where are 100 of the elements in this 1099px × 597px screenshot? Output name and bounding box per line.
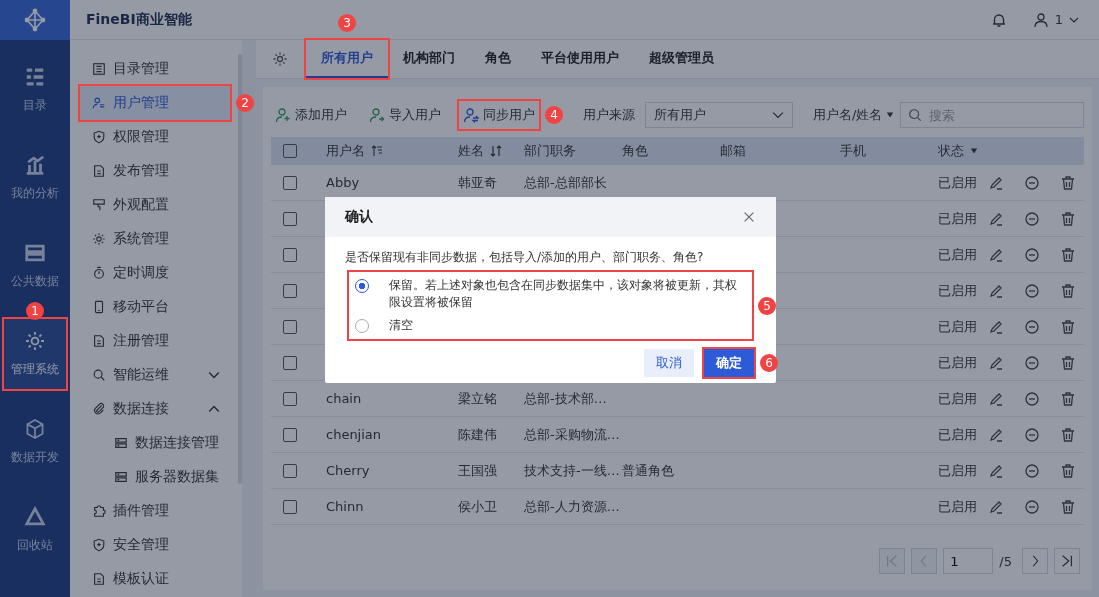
row-checkbox[interactable] [283,463,297,478]
shield-icon [92,538,106,552]
callout-badge: 4 [545,106,563,124]
confirm-button[interactable]: 确定 [704,349,754,377]
tab[interactable]: 角色 [470,40,526,78]
nav-item[interactable]: 目录管理 [80,52,230,86]
disable-icon[interactable] [1024,174,1040,191]
row-checkbox[interactable] [283,355,297,370]
document-icon [92,164,106,178]
nav-item[interactable]: 数据连接 [80,392,230,426]
nav-item[interactable]: 移动平台 [80,290,230,324]
row-checkbox[interactable] [283,175,297,190]
delete-icon[interactable] [1060,174,1076,191]
column-header[interactable]: 邮箱 [720,142,840,160]
last-page-button[interactable] [1054,548,1080,574]
column-header[interactable]: 姓名 [458,142,524,160]
row-checkbox[interactable] [283,319,297,334]
nav-item[interactable]: 安全管理 [80,528,230,562]
delete-icon[interactable] [1060,282,1076,299]
rail-item[interactable]: 管理系统 [4,319,66,389]
tab[interactable]: 平台使用用户 [526,40,634,78]
nav-item[interactable]: 系统管理 [80,222,230,256]
rail-item[interactable]: 目录 [0,55,70,125]
user-icon [1032,11,1049,28]
callout-badge: 2 [236,94,254,112]
nav-item[interactable]: 模板认证 [80,562,230,596]
dialog-title: 确认 [345,208,373,226]
user-menu[interactable]: 1 [1032,11,1079,28]
search-scope-dropdown[interactable]: 用户名/姓名 [813,106,895,124]
settings-icon[interactable] [272,51,288,67]
row-checkbox[interactable] [283,391,297,406]
nav-item[interactable]: 定时调度 [80,256,230,290]
delete-icon[interactable] [1060,354,1076,371]
nav-item[interactable]: 智能运维 [80,358,230,392]
delete-icon[interactable] [1060,498,1076,515]
page-input[interactable]: 1 [943,548,994,574]
shield-icon [92,130,106,144]
callout-badge: 1 [26,302,44,320]
disable-icon[interactable] [1024,462,1040,479]
radio-button[interactable] [355,279,369,293]
row-checkbox[interactable] [283,427,297,442]
search-field[interactable]: 搜索 [900,102,1084,128]
settings-icon [92,232,106,246]
tab[interactable]: 所有用户 [306,40,388,78]
disable-icon[interactable] [1024,390,1040,407]
disable-icon[interactable] [1024,210,1040,227]
delete-icon[interactable] [1060,462,1076,479]
caret-icon [970,147,978,155]
column-header[interactable]: 状态 [938,142,988,160]
delete-icon[interactable] [1060,390,1076,407]
column-header[interactable]: 角色 [622,142,720,160]
rail-item[interactable]: 回收站 [0,495,70,565]
rail-item[interactable]: 数据开发 [0,407,70,477]
document-icon [92,572,106,586]
disable-icon[interactable] [1024,318,1040,335]
disable-icon[interactable] [1024,282,1040,299]
disable-icon[interactable] [1024,426,1040,443]
delete-icon[interactable] [1060,318,1076,335]
delete-icon[interactable] [1060,246,1076,263]
source-dropdown[interactable]: 所有用户 [645,102,793,128]
bell-icon[interactable] [990,11,1007,28]
radio-option[interactable]: 清空 [349,314,752,337]
tab[interactable]: 机构部门 [388,40,470,78]
nav-subitem[interactable]: 数据连接管理 [80,426,236,460]
select-all-checkbox[interactable] [283,144,297,158]
delete-icon[interactable] [1060,210,1076,227]
cancel-button[interactable]: 取消 [644,349,694,377]
delete-icon[interactable] [1060,426,1076,443]
status-text: 已启用 [938,318,977,334]
search-icon [92,368,106,382]
column-header[interactable]: 用户名 [326,142,458,160]
close-icon[interactable] [742,210,756,224]
toolbar-button[interactable]: 同步用户 [459,101,539,129]
column-header[interactable]: 部门职务 [524,142,622,160]
row-checkbox[interactable] [283,499,297,514]
rail-item[interactable]: 我的分析 [0,143,70,213]
disable-icon[interactable] [1024,246,1040,263]
table-cell: 王国强 [458,462,497,478]
nav-item[interactable]: 权限管理 [80,120,230,154]
toolbar-button[interactable]: 添加用户 [271,101,351,129]
nav-item[interactable]: 外观配置 [80,188,230,222]
row-checkbox[interactable] [283,211,297,226]
toolbar-button[interactable]: 导入用户 [365,101,445,129]
chevron-down-icon [208,369,220,381]
nav-item[interactable]: 插件管理 [80,494,230,528]
nav-item[interactable]: 发布管理 [80,154,230,188]
row-checkbox[interactable] [283,247,297,262]
status-text: 已启用 [938,282,977,298]
radio-option[interactable]: 保留。若上述对象也包含在同步数据集中，该对象将被更新，其权限设置将被保留 [349,274,752,314]
nav-subitem[interactable]: 服务器数据集 [80,460,236,494]
puzzle-icon [92,504,106,518]
tab[interactable]: 超级管理员 [634,40,729,78]
disable-icon[interactable] [1024,354,1040,371]
column-header[interactable]: 手机 [840,142,938,160]
disable-icon[interactable] [1024,498,1040,515]
nav-item[interactable]: 用户管理 [80,86,230,120]
nav-item[interactable]: 注册管理 [80,324,230,358]
row-checkbox[interactable] [283,283,297,298]
rail-item[interactable]: 公共数据 [0,231,70,301]
option-label: 清空 [389,317,414,334]
